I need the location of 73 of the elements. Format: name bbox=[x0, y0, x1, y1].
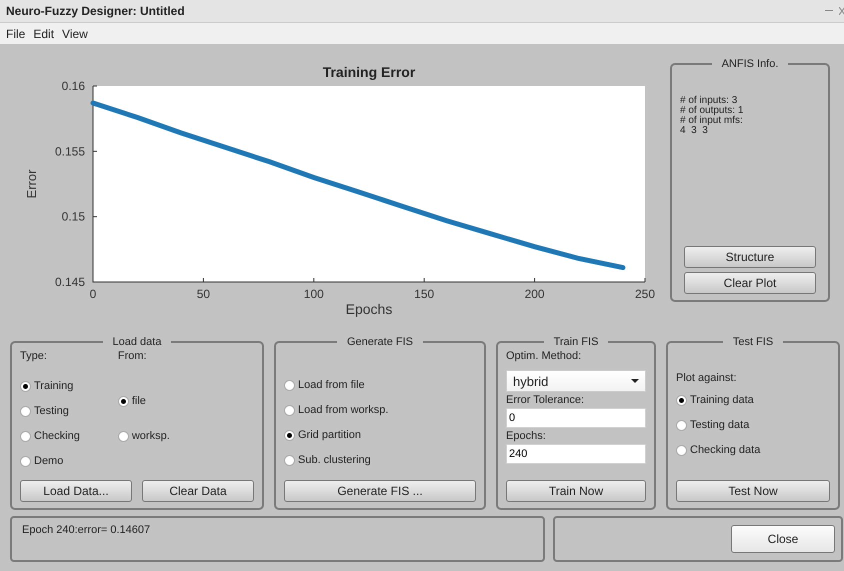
radio-label[interactable]: Load from file bbox=[298, 379, 365, 391]
chart-title: Training Error bbox=[322, 64, 416, 80]
axis-tick-label: 100 bbox=[304, 287, 324, 301]
radio-button[interactable] bbox=[676, 444, 687, 456]
epochs-label: Epochs: bbox=[506, 430, 547, 442]
menu-item[interactable]: View bbox=[62, 26, 88, 40]
panel-button[interactable]: Clear Data bbox=[142, 480, 254, 502]
radio-label[interactable]: Training bbox=[34, 380, 74, 392]
radio-label[interactable]: Testing bbox=[34, 405, 69, 417]
radio-button[interactable] bbox=[284, 380, 295, 390]
radio-label[interactable]: Load from worksp. bbox=[298, 404, 388, 416]
minimize-icon[interactable] bbox=[825, 10, 833, 12]
input-field[interactable]: 240 bbox=[506, 444, 646, 464]
panel-title: Load data bbox=[112, 336, 162, 348]
panel-title: Train FIS bbox=[552, 336, 600, 348]
radio-button[interactable] bbox=[20, 380, 31, 392]
axis-tick-label: 0.145 bbox=[54, 275, 85, 289]
method-dropdown[interactable]: hybrid bbox=[506, 370, 646, 392]
axis-tick-label: 200 bbox=[524, 287, 545, 301]
radio-button[interactable] bbox=[284, 430, 295, 440]
axis-tick-label: 0.155 bbox=[54, 144, 85, 158]
tolerance-label: Error Tolerance: bbox=[506, 394, 586, 406]
menu-item[interactable]: File bbox=[6, 26, 26, 40]
status-message: Epoch 240:error= 0.14607 bbox=[22, 524, 150, 536]
radio-label[interactable]: Sub. clustering bbox=[298, 454, 371, 466]
caret-icon bbox=[631, 379, 639, 383]
panel-button[interactable]: Clear Plot bbox=[684, 272, 816, 294]
panel-title: ANFIS Info. bbox=[720, 58, 780, 70]
menu-item[interactable]: Edit bbox=[33, 26, 54, 40]
axis-tick-label: 0.16 bbox=[62, 79, 85, 93]
radio-label[interactable]: Grid partition bbox=[298, 429, 361, 441]
radio-button[interactable] bbox=[118, 396, 129, 406]
axis-tick-label: 0 bbox=[90, 287, 96, 301]
radio-button[interactable] bbox=[284, 404, 295, 416]
panel-title: Test FIS bbox=[732, 336, 774, 348]
panel-button[interactable]: Load Data... bbox=[20, 480, 132, 502]
radio-label[interactable]: file bbox=[132, 395, 146, 407]
radio-button[interactable] bbox=[20, 456, 31, 466]
radio-label[interactable]: Demo bbox=[34, 455, 64, 467]
radio-label[interactable]: Training data bbox=[690, 394, 754, 406]
radio-button[interactable] bbox=[20, 406, 31, 416]
radio-button[interactable] bbox=[676, 394, 687, 406]
axis-label: Error bbox=[24, 170, 39, 198]
radio-label[interactable]: Testing data bbox=[690, 419, 750, 431]
type-label: Type: bbox=[20, 350, 48, 362]
radio-button[interactable] bbox=[118, 430, 129, 442]
info-text: # of outputs: 1 bbox=[680, 106, 744, 116]
window-title: Neuro-Fuzzy Designer: Untitled bbox=[6, 4, 185, 18]
radio-label[interactable]: Checking bbox=[34, 430, 80, 442]
plot-against-label: Plot against: bbox=[676, 372, 738, 384]
train-button[interactable]: Train Now bbox=[506, 480, 646, 502]
radio-label[interactable]: worksp. bbox=[132, 430, 170, 442]
axis-tick-label: 250 bbox=[634, 287, 656, 301]
generate-button[interactable]: Generate FIS ... bbox=[284, 480, 476, 502]
panel-button[interactable]: Structure bbox=[684, 246, 816, 268]
radio-button[interactable] bbox=[20, 430, 31, 442]
from-label: From: bbox=[118, 350, 148, 362]
axis-tick-label: 50 bbox=[196, 287, 210, 301]
close-button[interactable]: Close bbox=[731, 525, 835, 553]
info-text: # of inputs: 3 bbox=[680, 96, 738, 106]
test-button[interactable]: Test Now bbox=[676, 480, 830, 502]
method-label: Optim. Method: bbox=[506, 350, 582, 362]
radio-button[interactable] bbox=[676, 420, 687, 430]
info-text: # of input mfs: bbox=[680, 116, 744, 126]
radio-button[interactable] bbox=[284, 454, 295, 466]
panel-title: Generate FIS bbox=[346, 336, 414, 348]
axis-tick-label: 0.15 bbox=[62, 210, 85, 224]
axis-tick-label: 150 bbox=[414, 287, 434, 301]
axis-label: Epochs bbox=[346, 301, 392, 317]
close-icon[interactable] bbox=[839, 7, 844, 15]
input-field[interactable]: 0 bbox=[506, 408, 646, 428]
info-text: 4 3 3 bbox=[680, 126, 708, 136]
radio-label[interactable]: Checking data bbox=[690, 444, 760, 456]
